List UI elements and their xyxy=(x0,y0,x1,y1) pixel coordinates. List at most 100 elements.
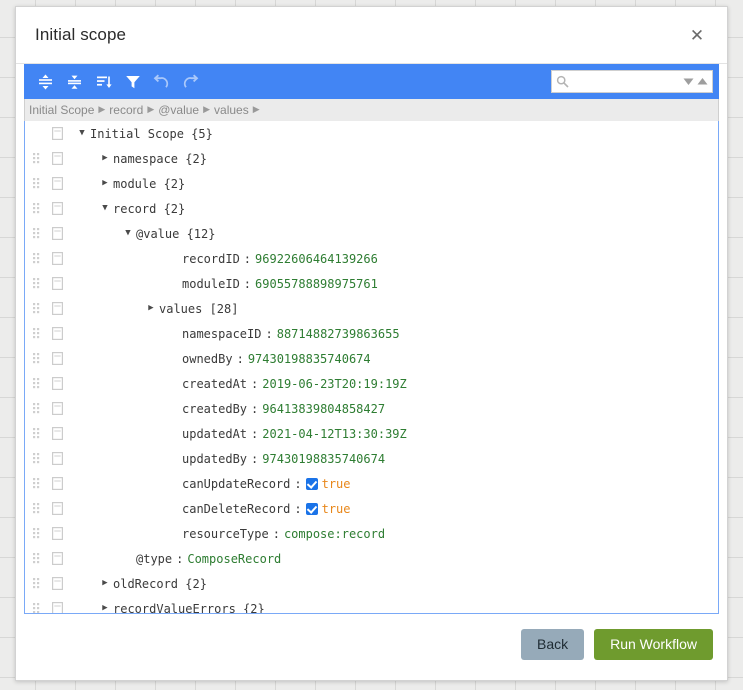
node-document-icon[interactable] xyxy=(48,552,66,565)
drag-handle-icon[interactable] xyxy=(29,428,45,439)
tree-row[interactable]: ▼ record {2} xyxy=(25,196,718,221)
drag-handle-icon[interactable] xyxy=(29,578,45,589)
run-workflow-button[interactable]: Run Workflow xyxy=(594,628,713,660)
tree-row[interactable]: ▶ oldRecord {2} xyxy=(25,571,718,596)
drag-handle-icon[interactable] xyxy=(29,603,45,613)
node-document-icon[interactable] xyxy=(48,277,66,290)
tree-row[interactable]: resourceType: compose:record xyxy=(25,521,718,546)
breadcrumb-item[interactable]: record xyxy=(109,103,143,117)
node-document-icon[interactable] xyxy=(48,302,66,315)
back-button[interactable]: Back xyxy=(520,628,585,660)
search-next-icon[interactable] xyxy=(696,76,709,87)
node-document-icon[interactable] xyxy=(48,377,66,390)
tree-node-value[interactable]: 97430198835740674 xyxy=(248,352,371,366)
tree-node-value[interactable]: compose:record xyxy=(284,527,385,541)
sort-icon[interactable] xyxy=(90,68,117,95)
breadcrumb-item[interactable]: @value xyxy=(158,103,199,117)
drag-handle-icon[interactable] xyxy=(29,553,45,564)
tree-row[interactable]: canDeleteRecord: true xyxy=(25,496,718,521)
tree-row[interactable]: ownedBy:97430198835740674 xyxy=(25,346,718,371)
search-input[interactable] xyxy=(572,73,682,90)
breadcrumb-item[interactable]: values xyxy=(214,103,249,117)
tree-row[interactable]: updatedBy:97430198835740674 xyxy=(25,446,718,471)
tree-node-value[interactable]: 88714882739863655 xyxy=(277,327,400,341)
chevron-right-icon[interactable]: ▶ xyxy=(97,604,113,613)
filter-icon[interactable] xyxy=(119,68,146,95)
tree-node-value[interactable]: 2019-06-23T20:19:19Z xyxy=(262,377,407,391)
node-document-icon[interactable] xyxy=(48,202,66,215)
tree-node-value[interactable]: true xyxy=(322,477,351,491)
drag-handle-icon[interactable] xyxy=(29,528,45,539)
tree-row[interactable]: ▶ namespace {2} xyxy=(25,146,718,171)
tree-row[interactable]: ▶ module {2} xyxy=(25,171,718,196)
node-document-icon[interactable] xyxy=(48,227,66,240)
breadcrumb-separator-icon: ▶ xyxy=(98,103,106,114)
drag-handle-icon[interactable] xyxy=(29,253,45,264)
tree-row[interactable]: createdBy:96413839804858427 xyxy=(25,396,718,421)
tree-node-value[interactable]: 96922606464139266 xyxy=(255,252,378,266)
boolean-checkbox[interactable] xyxy=(305,502,318,515)
chevron-right-icon[interactable]: ▶ xyxy=(97,579,113,588)
tree-row[interactable]: ▶ recordValueErrors {2} xyxy=(25,596,718,613)
tree-row[interactable]: ▶ values [28] xyxy=(25,296,718,321)
chevron-right-icon[interactable]: ▶ xyxy=(97,154,113,163)
tree-row[interactable]: createdAt:2019-06-23T20:19:19Z xyxy=(25,371,718,396)
node-document-icon[interactable] xyxy=(48,252,66,265)
node-document-icon[interactable] xyxy=(48,127,66,140)
tree-row[interactable]: namespaceID:88714882739863655 xyxy=(25,321,718,346)
drag-handle-icon[interactable] xyxy=(29,478,45,489)
drag-handle-icon[interactable] xyxy=(29,178,45,189)
node-document-icon[interactable] xyxy=(48,452,66,465)
undo-icon[interactable] xyxy=(148,68,175,95)
tree-row[interactable]: canUpdateRecord: true xyxy=(25,471,718,496)
node-document-icon[interactable] xyxy=(48,352,66,365)
node-document-icon[interactable] xyxy=(48,477,66,490)
node-document-icon[interactable] xyxy=(48,427,66,440)
boolean-checkbox[interactable] xyxy=(305,477,318,490)
expand-all-icon[interactable] xyxy=(32,68,59,95)
tree-node-value[interactable]: 2021-04-12T13:30:39Z xyxy=(262,427,407,441)
drag-handle-icon[interactable] xyxy=(29,403,45,414)
breadcrumb-item[interactable]: Initial Scope xyxy=(29,103,94,117)
tree-row[interactable]: recordID:96922606464139266 xyxy=(25,246,718,271)
search-prev-icon[interactable] xyxy=(682,76,695,87)
tree-node-value[interactable]: 96413839804858427 xyxy=(262,402,385,416)
chevron-down-icon[interactable]: ▼ xyxy=(97,204,113,213)
node-document-icon[interactable] xyxy=(48,502,66,515)
drag-handle-icon[interactable] xyxy=(29,378,45,389)
node-document-icon[interactable] xyxy=(48,177,66,190)
redo-icon[interactable] xyxy=(177,68,204,95)
drag-handle-icon[interactable] xyxy=(29,153,45,164)
tree-node-value[interactable]: 69055788898975761 xyxy=(255,277,378,291)
tree-row[interactable]: ▼ @value {12} xyxy=(25,221,718,246)
node-document-icon[interactable] xyxy=(48,577,66,590)
chevron-right-icon[interactable]: ▶ xyxy=(97,179,113,188)
node-document-icon[interactable] xyxy=(48,402,66,415)
search-box[interactable] xyxy=(551,70,713,93)
drag-handle-icon[interactable] xyxy=(29,303,45,314)
json-tree[interactable]: ▼ Initial Scope {5} ▶ namespace {2} ▶ module … xyxy=(24,121,719,614)
tree-row[interactable]: ▼ Initial Scope {5} xyxy=(25,121,718,146)
collapse-all-icon[interactable] xyxy=(61,68,88,95)
drag-handle-icon[interactable] xyxy=(29,353,45,364)
node-document-icon[interactable] xyxy=(48,527,66,540)
drag-handle-icon[interactable] xyxy=(29,203,45,214)
tree-node-value[interactable]: 97430198835740674 xyxy=(262,452,385,466)
close-icon[interactable]: ✕ xyxy=(684,22,710,48)
chevron-down-icon[interactable]: ▼ xyxy=(120,229,136,238)
tree-node-value[interactable]: ComposeRecord xyxy=(187,552,281,566)
drag-handle-icon[interactable] xyxy=(29,328,45,339)
tree-node-value[interactable]: true xyxy=(322,502,351,516)
drag-handle-icon[interactable] xyxy=(29,453,45,464)
tree-row[interactable]: @type: ComposeRecord xyxy=(25,546,718,571)
chevron-down-icon[interactable]: ▼ xyxy=(74,129,90,138)
drag-handle-icon[interactable] xyxy=(29,278,45,289)
node-document-icon[interactable] xyxy=(48,152,66,165)
chevron-right-icon[interactable]: ▶ xyxy=(143,304,159,313)
tree-row[interactable]: moduleID:69055788898975761 xyxy=(25,271,718,296)
tree-row[interactable]: updatedAt:2021-04-12T13:30:39Z xyxy=(25,421,718,446)
drag-handle-icon[interactable] xyxy=(29,228,45,239)
node-document-icon[interactable] xyxy=(48,602,66,613)
node-document-icon[interactable] xyxy=(48,327,66,340)
drag-handle-icon[interactable] xyxy=(29,503,45,514)
